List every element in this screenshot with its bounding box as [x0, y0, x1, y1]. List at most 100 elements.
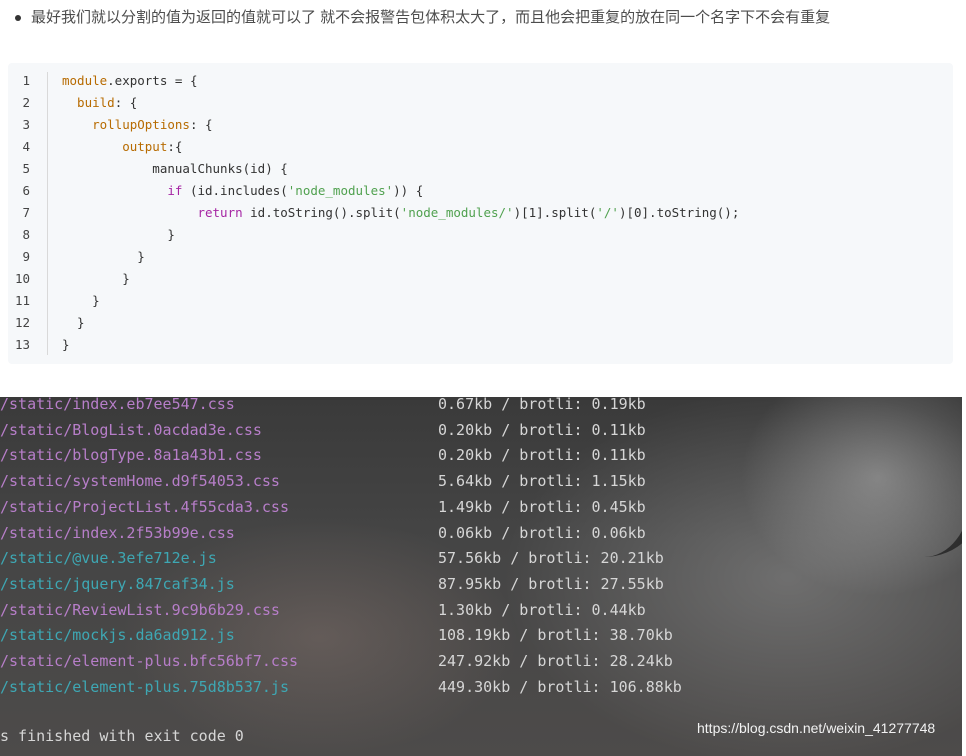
code-line: 2 build: { [8, 92, 953, 114]
code-line: 11 } [8, 290, 953, 312]
code-token: manualChunks(id) { [62, 161, 288, 176]
asset-file-path: /static/index.2f53b99e.css [0, 523, 235, 542]
code-token: (id.includes( [182, 183, 288, 198]
code-line: 13} [8, 334, 953, 356]
terminal-output: s finished with exit code 0 https://blog… [0, 397, 962, 756]
code-text: module.exports = { [62, 70, 197, 92]
build-output-row: /static/index.eb7ee547.css 0.67kb / brotl… [0, 397, 962, 417]
asset-size: 449.30kb / brotli: 106.88kb [438, 677, 682, 696]
code-line: 9 } [8, 246, 953, 268]
bullet-text: 最好我们就以分割的值为返回的值就可以了 就不会报警告包体积太大了，而且他会把重复… [31, 9, 831, 26]
watermark-url: https://blog.csdn.net/weixin_41277748 [697, 720, 936, 736]
build-output-row: /static/blogType.8a1a43b1.css 0.20kb / br… [0, 443, 962, 468]
code-token: 'node_modules' [287, 183, 394, 198]
code-token: } [62, 293, 100, 308]
code-token: id.toString().split( [242, 205, 401, 220]
code-line: 8 } [8, 224, 953, 246]
code-token: : { [189, 117, 213, 132]
code-text: } [62, 246, 145, 268]
asset-size: 0.20kb / brotli: 0.11kb [438, 446, 646, 465]
code-token: : { [114, 95, 138, 110]
line-number: 3 [22, 117, 30, 132]
code-token: '/' [596, 205, 619, 220]
code-text: manualChunks(id) { [62, 158, 288, 180]
code-token: } [62, 271, 130, 286]
asset-size: 0.06kb / brotli: 0.06kb [438, 523, 646, 542]
code-block[interactable]: 1 module.exports = {2 build: {3 rollupOpt… [8, 63, 953, 364]
line-number: 8 [22, 227, 30, 242]
line-number: 11 [14, 293, 30, 308]
asset-file-path: /static/blogType.8a1a43b1.css [0, 446, 262, 465]
build-output-row: /static/ReviewList.9c9b6b29.css 1.30kb / … [0, 598, 962, 623]
code-token: build [62, 95, 115, 110]
build-output-row: /static/BlogList.0acdad3e.css 0.20kb / br… [0, 418, 962, 443]
code-line: 1 module.exports = { [8, 70, 953, 92]
build-output-row: /static/index.2f53b99e.css 0.06kb / brotl… [0, 521, 962, 546]
build-output-row: /static/mockjs.da6ad912.js 108.19kb / bro… [0, 623, 962, 648]
asset-size: 87.95kb / brotli: 27.55kb [438, 574, 664, 593]
asset-file-path: /static/ReviewList.9c9b6b29.css [0, 600, 280, 619]
code-line: 7 return id.toString().split('node_modul… [8, 202, 953, 224]
exit-status-text: s finished with exit code 0 [0, 727, 244, 745]
bullet-dot-icon [15, 15, 21, 21]
code-token: } [62, 249, 145, 264]
asset-size: 1.49kb / brotli: 0.45kb [438, 497, 646, 516]
code-token: } [62, 315, 85, 330]
asset-file-path: /static/mockjs.da6ad912.js [0, 626, 235, 645]
code-token: )) { [393, 183, 424, 198]
code-text: output:{ [62, 136, 182, 158]
asset-size: 1.30kb / brotli: 0.44kb [438, 600, 646, 619]
code-line: 3 rollupOptions: { [8, 114, 953, 136]
article-section: 最好我们就以分割的值为返回的值就可以了 就不会报警告包体积太大了，而且他会把重复… [0, 0, 966, 397]
line-number: 10 [14, 271, 30, 286]
code-line: 6 if (id.includes('node_modules')) { [8, 180, 953, 202]
line-number: 9 [22, 249, 30, 264]
line-number: 13 [14, 337, 30, 352]
code-text: build: { [62, 92, 137, 114]
asset-size: 247.92kb / brotli: 28.24kb [438, 652, 673, 670]
code-token: } [62, 227, 175, 242]
build-output-row: /static/jquery.847caf34.js 87.95kb / brot… [0, 572, 962, 597]
code-line: 5 manualChunks(id) { [8, 158, 953, 180]
asset-file-path: /static/systemHome.d9f54053.css [0, 472, 280, 491]
line-number: 12 [14, 315, 30, 330]
build-output-row: /static/systemHome.d9f54053.css 5.64kb / … [0, 469, 962, 494]
asset-size: 108.19kb / brotli: 38.70kb [438, 626, 673, 645]
asset-file-path: /static/element-plus.bfc56bf7.css [0, 652, 299, 670]
line-number: 7 [22, 205, 30, 220]
code-token: 'node_modules/' [400, 205, 514, 220]
line-number: 4 [22, 139, 30, 154]
code-token: )[0].toString(); [618, 205, 740, 220]
asset-file-path: /static/index.eb7ee547.css [0, 397, 235, 413]
code-token: )[1].split( [513, 205, 597, 220]
build-output-row: /static/ProjectList.4f55cda3.css 1.49kb /… [0, 495, 962, 520]
code-token: :{ [167, 139, 183, 154]
asset-size: 5.64kb / brotli: 1.15kb [438, 472, 646, 491]
asset-size: 57.56kb / brotli: 20.21kb [438, 549, 664, 568]
code-text: rollupOptions: { [62, 114, 213, 136]
line-number: 6 [22, 183, 30, 198]
code-token: rollupOptions [62, 117, 190, 132]
build-output-row: /static/element-plus.75d8b537.js 449.30kb… [0, 675, 962, 700]
code-token: if [62, 183, 183, 198]
build-output-row: /static/element-plus.bfc56bf7.css 247.92k… [0, 649, 962, 674]
code-text: } [62, 334, 70, 356]
code-line: 4 output:{ [8, 136, 953, 158]
code-text: } [62, 268, 130, 290]
asset-size: 0.67kb / brotli: 0.19kb [438, 397, 646, 413]
code-line: 10 } [8, 268, 953, 290]
code-text: } [62, 290, 100, 312]
code-text: return id.toString().split('node_modules… [62, 202, 739, 224]
line-number: 2 [22, 95, 30, 110]
code-token: output [62, 139, 168, 154]
code-token: module [62, 73, 108, 88]
code-text: } [62, 224, 175, 246]
build-output-row: /static/@vue.3efe712e.js 57.56kb / brotli… [0, 546, 962, 571]
code-text: if (id.includes('node_modules')) { [62, 180, 423, 202]
code-line: 12 } [8, 312, 953, 334]
asset-file-path: /static/jquery.847caf34.js [0, 574, 235, 593]
asset-file-path: /static/@vue.3efe712e.js [0, 549, 217, 568]
line-number: 5 [22, 161, 30, 176]
bullet-item: 最好我们就以分割的值为返回的值就可以了 就不会报警告包体积太大了，而且他会把重复… [15, 6, 830, 30]
line-number: 1 [22, 73, 30, 88]
